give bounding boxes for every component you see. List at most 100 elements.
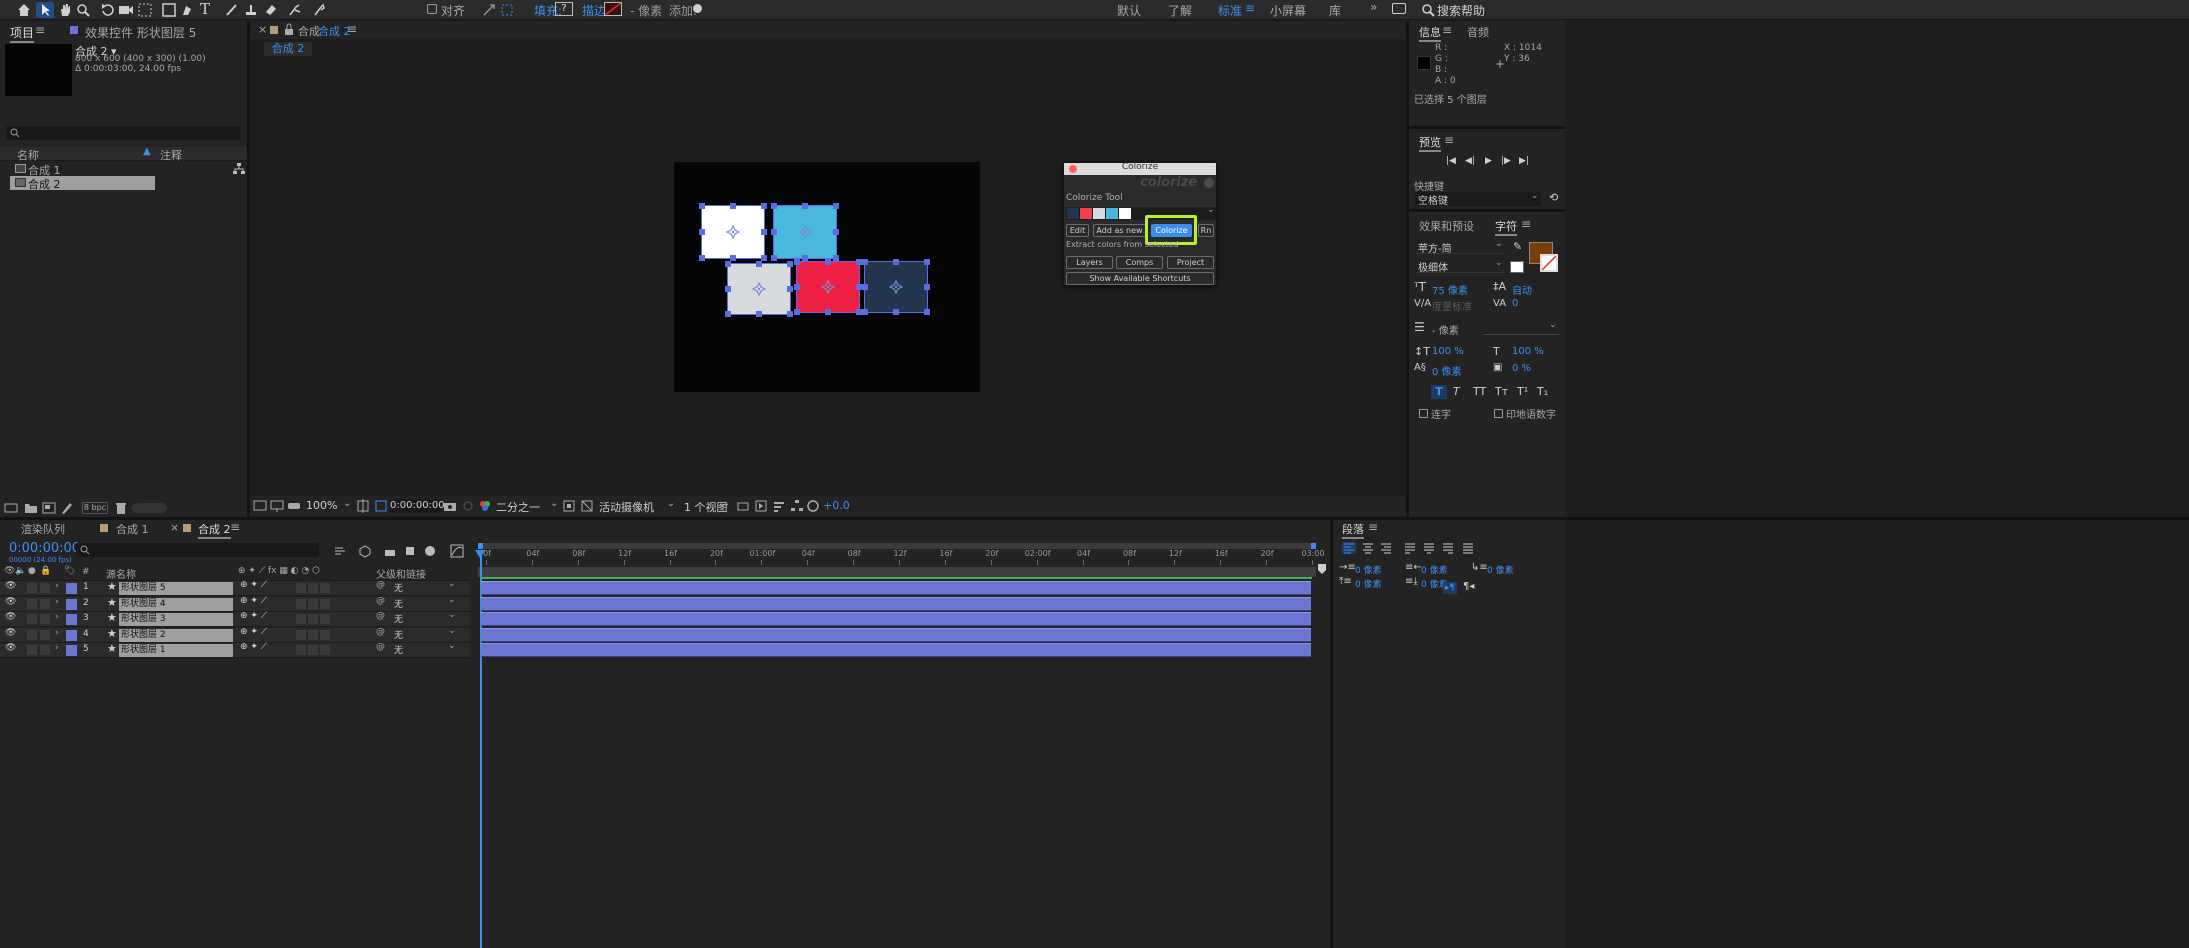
transform-handle[interactable] — [725, 286, 731, 292]
resolution-chevron-icon[interactable]: ⌄ — [550, 498, 558, 509]
layer-switch-box[interactable] — [320, 583, 330, 593]
camera-tool-icon[interactable] — [118, 3, 133, 17]
color-swatch[interactable] — [1119, 208, 1131, 219]
fast-previews-icon[interactable] — [754, 499, 768, 513]
kerning-value[interactable]: 度量标准 — [1432, 298, 1472, 313]
audio-toggle-box[interactable] — [27, 645, 37, 655]
column-comment-header[interactable]: 注释 — [160, 147, 182, 163]
motion-blur-icon[interactable] — [423, 544, 437, 558]
parent-dropdown-value[interactable]: 无 — [394, 612, 403, 625]
table-row[interactable]: 👁 › 3 ★ 形状图层 3 ⊕ ✦ ⟋ @ 无 ⌄ — [0, 610, 470, 627]
layer-switch-box[interactable] — [308, 598, 318, 609]
anchor-point-icon[interactable] — [752, 282, 766, 296]
layer-name-cell[interactable]: 形状图层 4 — [119, 597, 233, 611]
play-icon[interactable]: ▶ — [1485, 156, 1492, 166]
column-source-name[interactable]: 源名称 — [106, 566, 136, 581]
shape-layer-navy[interactable] — [862, 259, 930, 315]
layer-switch-box[interactable] — [320, 598, 330, 609]
parent-chevron-icon[interactable]: ⌄ — [448, 610, 456, 620]
transform-handle[interactable] — [893, 309, 899, 315]
timeline-search-input[interactable] — [76, 543, 319, 557]
tab-comp2[interactable]: 合成 2 — [198, 521, 231, 539]
new-composition-icon[interactable] — [42, 501, 56, 515]
layer-name-cell[interactable]: 形状图层 2 — [119, 628, 233, 642]
pickwhip-icon[interactable]: @ — [376, 596, 385, 606]
workspace-learn[interactable]: 了解 — [1168, 2, 1192, 19]
comp-tab-menu-icon[interactable]: ≡ — [347, 22, 357, 36]
transform-handle[interactable] — [794, 284, 800, 290]
superscript-button[interactable]: T¹ — [1517, 385, 1528, 398]
transform-handle[interactable] — [833, 203, 839, 209]
layer-duration-bar[interactable] — [481, 581, 1311, 595]
layer-name-cell[interactable]: 形状图层 3 — [119, 613, 233, 626]
font-style-dropdown[interactable]: 极细体 ⌄ — [1415, 258, 1505, 274]
parent-chevron-icon[interactable]: ⌄ — [448, 579, 456, 589]
resolution-dropdown[interactable]: 二分之一 — [496, 499, 540, 515]
parent-dropdown-value[interactable]: 无 — [394, 597, 403, 610]
stroke-swatch[interactable] — [604, 2, 622, 16]
anchor-point-icon[interactable] — [821, 280, 835, 294]
home-icon[interactable] — [17, 3, 31, 17]
graph-editor-icon[interactable] — [450, 544, 464, 558]
project-search-input[interactable] — [6, 126, 240, 140]
rectangle-tool-icon[interactable] — [162, 3, 176, 17]
label-column-icon[interactable]: 🏷 — [64, 566, 75, 576]
transform-handle[interactable] — [730, 203, 736, 209]
justify-last-center-icon[interactable] — [1422, 542, 1436, 556]
color-swatch[interactable] — [1106, 208, 1118, 219]
transform-handle[interactable] — [802, 203, 808, 209]
next-frame-icon[interactable]: |▶ — [1501, 156, 1511, 166]
show-shortcuts-button[interactable]: Show Available Shortcuts — [1066, 272, 1214, 285]
tab-comp2-menu-icon[interactable]: ≡ — [230, 520, 240, 534]
transform-handle[interactable] — [802, 255, 808, 261]
audio-toggle-box[interactable] — [27, 598, 37, 609]
justify-last-left-icon[interactable] — [1403, 542, 1417, 556]
layer-switch-box[interactable] — [296, 645, 306, 655]
ligatures-checkbox[interactable] — [1419, 409, 1428, 418]
transform-handle[interactable] — [756, 261, 762, 267]
workspace-default[interactable]: 默认 — [1117, 2, 1141, 19]
tab-comp1[interactable]: 合成 1 — [116, 521, 149, 537]
tracking-value[interactable]: 0 — [1512, 298, 1518, 309]
add-menu-icon[interactable] — [693, 4, 702, 13]
anchor-point-icon[interactable] — [798, 225, 812, 239]
always-preview-icon[interactable] — [253, 499, 267, 513]
stroke-width-value[interactable]: - 像素 — [630, 2, 662, 19]
label-color-swatch[interactable] — [66, 645, 77, 656]
lock-icon[interactable] — [284, 23, 294, 37]
transform-handle[interactable] — [924, 259, 930, 265]
align-center-icon[interactable] — [1361, 542, 1375, 556]
expand-chevron-icon[interactable]: › — [55, 643, 59, 653]
tab-audio[interactable]: 音频 — [1467, 24, 1489, 40]
layer-duration-bar[interactable] — [481, 643, 1311, 657]
eyedropper-icon[interactable]: ✎ — [1513, 240, 1522, 253]
layer-switch-box[interactable] — [296, 583, 306, 593]
layer-name-cell[interactable]: 形状图层 1 — [119, 644, 233, 657]
tab-info[interactable]: 信息 — [1419, 24, 1441, 42]
close-tab-icon[interactable]: × — [258, 23, 267, 36]
audio-toggle-box[interactable] — [27, 629, 37, 640]
tab-project-menu-icon[interactable]: ≡ — [35, 23, 45, 37]
baseline-shift-value[interactable]: 0 像素 — [1432, 363, 1462, 378]
layer-switch-box[interactable] — [296, 629, 306, 640]
workspace-overflow-icon[interactable]: » — [1370, 0, 1377, 14]
transform-handle[interactable] — [771, 255, 777, 261]
fill-swatch[interactable]: ? — [555, 2, 573, 16]
all-caps-button[interactable]: TT — [1473, 385, 1486, 398]
trash-icon[interactable] — [114, 501, 128, 515]
monitor-icon[interactable] — [270, 499, 284, 513]
visibility-eye-icon[interactable]: 👁 — [5, 597, 16, 607]
transform-handle[interactable] — [771, 229, 777, 235]
leading-value[interactable]: 自动 — [1512, 282, 1532, 297]
faux-italic-button[interactable]: T — [1453, 385, 1460, 398]
transparency-grid-icon[interactable] — [580, 499, 594, 513]
tsume-value[interactable]: 0 % — [1512, 363, 1531, 374]
search-icon[interactable] — [1421, 3, 1435, 17]
comp-mini-flowchart-icon[interactable] — [333, 544, 347, 558]
flowchart-icon[interactable] — [232, 162, 246, 176]
draft-3d-icon[interactable] — [358, 544, 372, 558]
hand-tool-icon[interactable] — [58, 3, 72, 17]
colorize-titlebar[interactable]: Colorize — [1064, 162, 1216, 175]
snap-grid-icon[interactable] — [500, 3, 514, 17]
new-folder-icon[interactable] — [24, 501, 38, 515]
